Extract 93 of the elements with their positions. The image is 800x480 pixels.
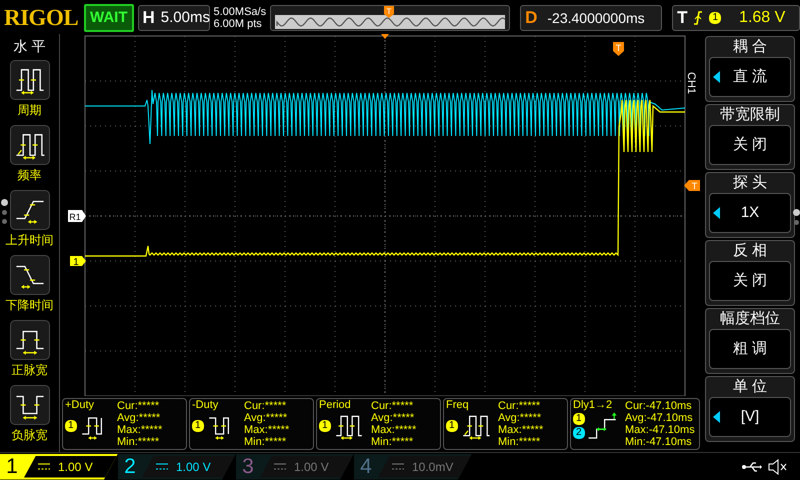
trigger-position-icon bbox=[381, 34, 389, 39]
measure-label: 负脉宽 bbox=[12, 427, 48, 444]
measurement-name: Period bbox=[319, 399, 352, 411]
memory-depth: 6.00M pts bbox=[214, 18, 263, 30]
measurement-reading: Max:***** bbox=[244, 424, 290, 436]
softkey-title: 带宽限制 bbox=[720, 105, 780, 125]
softkey-button[interactable]: 粗 调 bbox=[709, 329, 791, 369]
pulse-delay-icon bbox=[586, 411, 619, 441]
channel-scale: 1.00 V bbox=[294, 458, 329, 476]
softkey-title: 耦 合 bbox=[732, 37, 768, 57]
channel-label: CH1 bbox=[685, 72, 697, 94]
channel-tab[interactable]: 1 1.00 V bbox=[0, 454, 118, 480]
measurement-reading: Min:***** bbox=[117, 436, 160, 448]
measure-label: 正脉宽 bbox=[12, 362, 48, 379]
source-badge: 1 bbox=[573, 413, 585, 425]
measurement-name: +Duty bbox=[65, 399, 96, 411]
measurement-reading: Avg:***** bbox=[117, 412, 162, 424]
measure-button[interactable] bbox=[10, 385, 50, 425]
measure-button[interactable] bbox=[10, 190, 50, 230]
channel-scale: 10.0mV bbox=[412, 458, 454, 476]
softkey-button[interactable]: 关 闭 bbox=[709, 261, 791, 301]
usb-icon bbox=[742, 460, 762, 472]
measurement-reading: Avg:-47.10ms bbox=[625, 412, 694, 424]
measurement-reading: Min:-47.10ms bbox=[625, 436, 693, 448]
measurement-reading: Min:***** bbox=[244, 436, 288, 448]
channel-tab[interactable]: 4 10.0mV bbox=[354, 454, 472, 480]
coupling-icon bbox=[156, 462, 168, 470]
mute-icon bbox=[768, 458, 788, 474]
source-badge: 1 bbox=[319, 420, 331, 432]
measurement-reading: Max:***** bbox=[371, 424, 418, 436]
measurement-name: Freq bbox=[446, 399, 470, 411]
coupling-icon bbox=[392, 462, 404, 470]
measure-button[interactable] bbox=[10, 255, 50, 295]
trigger-label: T bbox=[677, 7, 688, 30]
measurement-reading: Cur:***** bbox=[371, 400, 414, 412]
measurement-reading: Cur:***** bbox=[117, 400, 160, 412]
timebase-label: H bbox=[142, 7, 155, 30]
measurement-reading: Max:***** bbox=[117, 424, 164, 436]
coupling-icon bbox=[274, 462, 286, 470]
trigger-panel[interactable]: T 1 1.68 V bbox=[672, 5, 800, 31]
measure-label: 上升时间 bbox=[6, 232, 54, 249]
measurement-reading: Max:***** bbox=[498, 424, 544, 436]
measurement-name: Dly1→2 bbox=[573, 399, 614, 411]
measurement-reading: Min:***** bbox=[498, 436, 542, 448]
trigger-level-marker: T bbox=[684, 180, 700, 191]
run-status-button[interactable]: WAIT bbox=[84, 4, 134, 32]
delay-panel[interactable]: D -23.4000000ms bbox=[520, 5, 662, 31]
softkey-button[interactable]: 直 流 bbox=[709, 57, 791, 97]
measure-label: 周期 bbox=[18, 102, 42, 119]
channel-scale: 1.00 V bbox=[176, 458, 211, 476]
softkey-title: 反 相 bbox=[732, 241, 768, 261]
measurement-reading: Max:-47.10ms bbox=[625, 424, 696, 436]
delay-value: -23.4000000ms bbox=[547, 8, 645, 28]
trigger-position-marker: T bbox=[384, 6, 394, 18]
timebase-value: 5.00ms bbox=[160, 8, 210, 28]
measurement-reading: Avg:***** bbox=[498, 412, 542, 424]
softkey-button[interactable]: 1X bbox=[709, 193, 791, 233]
brand-logo: RIGOL bbox=[4, 4, 80, 32]
softkey-button[interactable]: 关 闭 bbox=[709, 125, 791, 165]
measurement-reading: Avg:***** bbox=[371, 412, 416, 424]
channel-tab[interactable]: 2 1.00 V bbox=[118, 454, 236, 480]
channel-scale: 1.00 V bbox=[58, 458, 93, 476]
measurement-reading: Cur:-47.10ms bbox=[625, 400, 693, 412]
reference-marker: R1 bbox=[68, 210, 86, 222]
menu-title: 水 平 bbox=[14, 37, 46, 56]
trigger-position-marker: T bbox=[613, 42, 624, 56]
measurement-reading: Cur:***** bbox=[244, 400, 288, 412]
measurement-name: -Duty bbox=[192, 399, 220, 411]
rising-edge-icon bbox=[693, 11, 704, 25]
measurement-reading: Cur:***** bbox=[498, 400, 542, 412]
source-badge: 1 bbox=[65, 420, 77, 432]
source-badge: 1 bbox=[446, 420, 458, 432]
sample-rate: 5.00MSa/s bbox=[214, 6, 266, 18]
delay-label: D bbox=[525, 7, 538, 30]
channel-marker: 1 bbox=[70, 256, 86, 268]
measurement-reading: Min:***** bbox=[371, 436, 414, 448]
measure-button[interactable] bbox=[10, 60, 50, 100]
measure-button[interactable] bbox=[10, 125, 50, 165]
softkey-title: 探 头 bbox=[732, 173, 768, 193]
softkey-title: 单 位 bbox=[732, 377, 768, 397]
softkey-title: 幅度档位 bbox=[720, 309, 780, 329]
coupling-icon bbox=[38, 462, 50, 470]
source-badge: 2 bbox=[573, 427, 585, 439]
trigger-level: 1.68 V bbox=[739, 8, 786, 28]
channel-tab[interactable]: 3 1.00 V bbox=[236, 454, 354, 480]
measurement-reading: Avg:***** bbox=[244, 412, 288, 424]
softkey-button[interactable]: [V] bbox=[709, 397, 791, 437]
trigger-source-badge: 1 bbox=[709, 12, 722, 24]
timebase-panel[interactable]: H 5.00ms bbox=[138, 5, 210, 31]
measure-button[interactable] bbox=[10, 320, 50, 360]
measure-label: 下降时间 bbox=[6, 297, 54, 314]
measure-label: 频率 bbox=[18, 167, 42, 184]
source-badge: 1 bbox=[192, 420, 204, 432]
